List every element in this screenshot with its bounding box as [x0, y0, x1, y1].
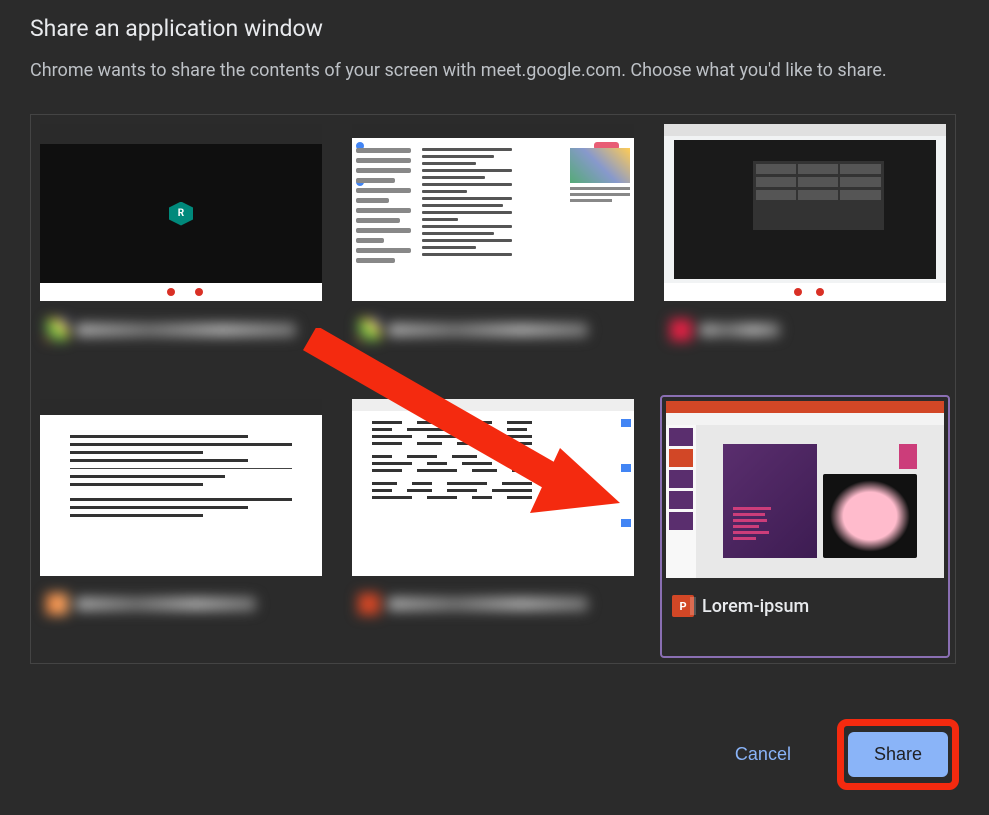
- window-thumbnail: R: [40, 124, 322, 301]
- powerpoint-icon: P: [672, 595, 694, 617]
- modal-title: Share an application window: [30, 0, 959, 57]
- window-label-blurred: [664, 301, 946, 349]
- window-thumbnail: [352, 399, 634, 576]
- window-thumbnail: [666, 401, 944, 578]
- window-grid: R: [36, 120, 950, 658]
- window-option-powerpoint-selected[interactable]: P Lorem-ipsum: [660, 395, 950, 659]
- window-label-blurred: [352, 301, 634, 349]
- window-label-blurred: [40, 576, 322, 624]
- window-option-meet[interactable]: R: [36, 120, 326, 380]
- window-option-spreadsheet[interactable]: [348, 395, 638, 659]
- window-label-blurred: [40, 301, 322, 349]
- annotation-highlight: Share: [837, 719, 959, 790]
- window-label: P Lorem-ipsum: [666, 578, 944, 626]
- window-label-blurred: [352, 576, 634, 624]
- share-button[interactable]: Share: [848, 732, 948, 777]
- window-thumbnail: [352, 124, 634, 301]
- window-grid-container: R: [30, 114, 956, 664]
- avatar-badge: R: [169, 202, 193, 226]
- window-option-gmail[interactable]: [348, 120, 638, 380]
- window-thumbnail: [40, 399, 322, 576]
- window-thumbnail: [664, 124, 946, 301]
- window-label-text: Lorem-ipsum: [702, 596, 809, 617]
- modal-button-row: Cancel Share: [709, 719, 959, 790]
- share-application-modal: Share an application window Chrome wants…: [0, 0, 989, 664]
- modal-subtitle: Chrome wants to share the contents of yo…: [30, 57, 959, 84]
- cancel-button[interactable]: Cancel: [709, 732, 817, 777]
- window-option-document[interactable]: [36, 395, 326, 659]
- window-option-editor[interactable]: [660, 120, 950, 380]
